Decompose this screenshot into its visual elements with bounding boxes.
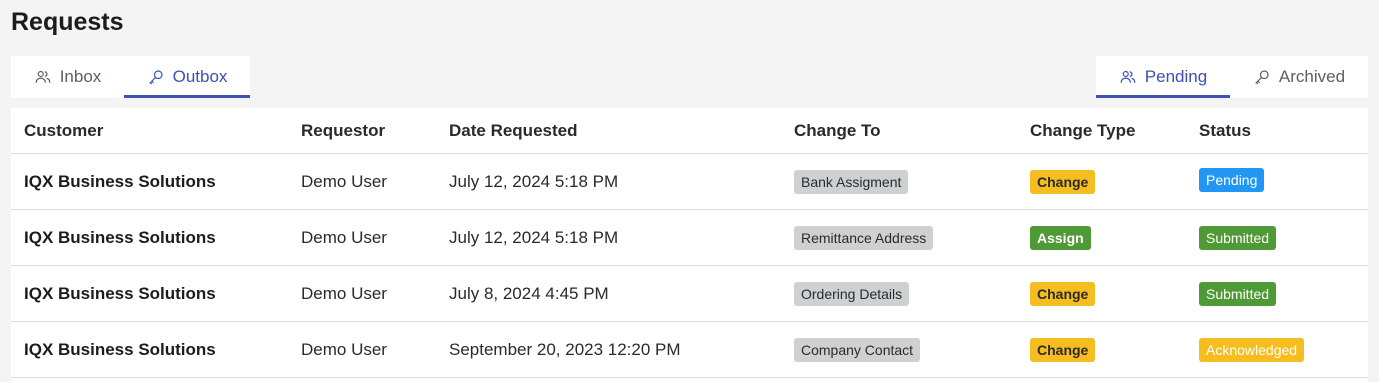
change-to-chip: Company Contact <box>794 337 921 362</box>
tab-archived-label: Archived <box>1278 67 1346 86</box>
status-cell: Submitted <box>1186 209 1368 266</box>
column-header-requestor[interactable]: Requestor <box>288 108 436 154</box>
change-to-cell: Company Contact <box>781 321 1017 378</box>
tab-pending-label: Pending <box>1144 67 1208 86</box>
change-to-cell: Bank Assigment <box>781 153 1017 210</box>
table-row[interactable]: IQX Business Solutions Demo User Septemb… <box>11 321 1368 378</box>
date-cell: September 20, 2023 12:20 PM <box>436 321 781 378</box>
status-tabs: Pending Archived <box>1096 56 1368 98</box>
date-cell: July 8, 2024 4:45 PM <box>436 265 781 322</box>
requests-table: Customer Requestor Date Requested Change… <box>11 108 1368 382</box>
change-to-chip: Bank Assigment <box>794 169 909 194</box>
column-header-change-to[interactable]: Change To <box>781 108 1017 154</box>
table-header-row: Customer Requestor Date Requested Change… <box>11 108 1368 154</box>
table-row[interactable]: IQX Business Solutions Demo User July 12… <box>11 153 1368 210</box>
table-row[interactable]: IQX Business Solutions Demo User July 8,… <box>11 265 1368 322</box>
column-header-status[interactable]: Status <box>1186 108 1368 154</box>
date-cell: July 12, 2024 5:18 PM <box>436 209 781 266</box>
key-icon <box>1253 68 1271 86</box>
status-badge: Acknowledged <box>1199 337 1305 362</box>
tab-inbox[interactable]: Inbox <box>11 56 124 98</box>
change-type-badge: Assign <box>1030 225 1091 250</box>
change-type-badge: Change <box>1030 169 1096 194</box>
customer-cell: IQX Business Solutions <box>11 321 288 378</box>
change-to-cell: Remittance Address <box>781 209 1017 266</box>
change-type-badge: Change <box>1030 337 1096 362</box>
customer-cell: IQX Business Solutions <box>11 153 288 210</box>
page-title: Requests <box>11 8 124 36</box>
table-row[interactable]: IQX Business Solutions Demo User July 12… <box>11 209 1368 266</box>
change-type-badge: Change <box>1030 281 1096 306</box>
tab-outbox[interactable]: Outbox <box>124 56 250 98</box>
change-type-cell: Change <box>1017 321 1186 378</box>
direction-tabs: Inbox Outbox <box>11 56 250 98</box>
requestor-cell: Demo User <box>288 153 436 210</box>
tab-inbox-label: Inbox <box>59 67 102 86</box>
customer-cell: IQX Business Solutions <box>11 265 288 322</box>
status-badge: Pending <box>1199 168 1265 192</box>
status-badge: Submitted <box>1199 225 1277 250</box>
users-icon <box>1119 68 1137 86</box>
tab-archived[interactable]: Archived <box>1230 56 1368 98</box>
key-icon <box>147 68 165 86</box>
change-type-cell: Assign <box>1017 209 1186 266</box>
requestor-cell: Demo User <box>288 265 436 322</box>
status-cell: Acknowledged <box>1186 321 1368 378</box>
change-to-chip: Remittance Address <box>794 225 934 250</box>
customer-cell: IQX Business Solutions <box>11 209 288 266</box>
requestor-cell: Demo User <box>288 209 436 266</box>
column-header-change-type[interactable]: Change Type <box>1017 108 1186 154</box>
tab-pending[interactable]: Pending <box>1096 56 1230 98</box>
column-header-date-requested[interactable]: Date Requested <box>436 108 781 154</box>
status-cell: Submitted <box>1186 265 1368 322</box>
requestor-cell: Demo User <box>288 321 436 378</box>
change-to-chip: Ordering Details <box>794 281 910 306</box>
change-to-cell: Ordering Details <box>781 265 1017 322</box>
status-cell: Pending <box>1186 153 1368 210</box>
change-type-cell: Change <box>1017 153 1186 210</box>
change-type-cell: Change <box>1017 265 1186 322</box>
users-icon <box>34 68 52 86</box>
date-cell: July 12, 2024 5:18 PM <box>436 153 781 210</box>
status-badge: Submitted <box>1199 281 1277 306</box>
column-header-customer[interactable]: Customer <box>11 108 288 154</box>
tab-outbox-label: Outbox <box>172 67 228 86</box>
